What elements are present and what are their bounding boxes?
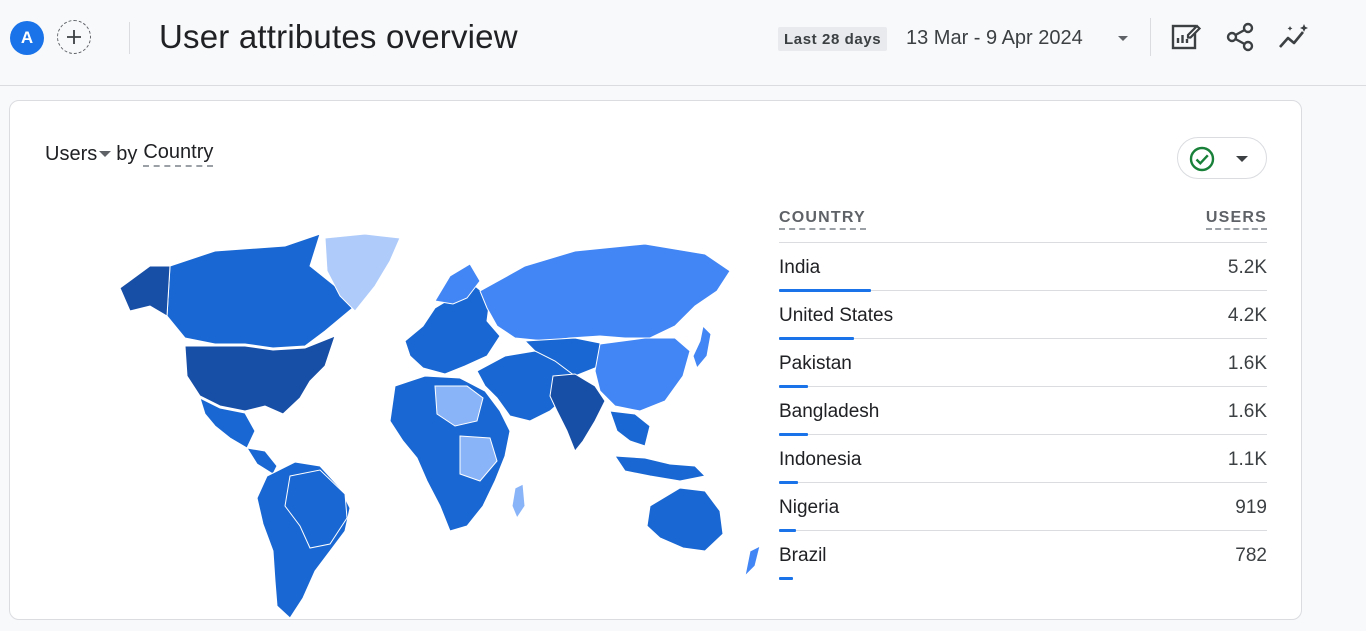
table-row[interactable]: Brazil 782 — [779, 531, 1267, 580]
column-header-users[interactable]: USERS — [1205, 209, 1267, 230]
users-value: 1.1K — [1227, 449, 1267, 470]
chevron-down-icon — [1236, 156, 1248, 162]
country-name: United States — [779, 305, 894, 326]
map-australia[interactable] — [646, 487, 724, 552]
date-range-label[interactable]: 13 Mar - 9 Apr 2024 — [906, 27, 1083, 50]
check-circle-icon — [1189, 146, 1215, 172]
users-value: 782 — [1235, 545, 1267, 566]
edit-report-icon — [1171, 24, 1202, 50]
customize-report-button[interactable] — [1169, 20, 1203, 54]
column-header-country[interactable]: COUNTRY — [779, 209, 866, 230]
card-status-menu[interactable] — [1177, 137, 1267, 179]
share-button[interactable] — [1223, 20, 1257, 54]
add-comparison-button[interactable] — [57, 20, 91, 54]
table-row[interactable]: Bangladesh 1.6K — [779, 387, 1267, 436]
country-name: India — [779, 257, 821, 278]
share-icon — [1226, 22, 1254, 52]
table-row[interactable]: Pakistan 1.6K — [779, 339, 1267, 388]
share-bar — [779, 577, 793, 580]
date-preset-chip[interactable]: Last 28 days — [778, 27, 888, 51]
country-name: Bangladesh — [779, 401, 880, 422]
caret-down-icon[interactable] — [98, 149, 112, 159]
country-name: Brazil — [779, 545, 827, 566]
map-southeast-asia[interactable] — [609, 410, 651, 447]
table-row[interactable]: Nigeria 919 — [779, 483, 1267, 532]
card-title: Users by Country — [45, 141, 214, 167]
users-value: 919 — [1235, 497, 1267, 518]
metric-selector[interactable]: Users — [45, 143, 97, 166]
world-map[interactable] — [105, 226, 770, 626]
map-japan[interactable] — [692, 324, 712, 370]
users-value: 4.2K — [1227, 305, 1267, 326]
insights-button[interactable] — [1277, 20, 1311, 54]
users-value: 1.6K — [1227, 401, 1267, 422]
top-app-bar: A User attributes overview Last 28 days … — [0, 0, 1366, 86]
divider — [129, 22, 130, 54]
by-label: by — [116, 142, 138, 165]
users-by-country-card: Users by Country COUNTRY USERS India 5.2… — [9, 100, 1302, 620]
users-value: 5.2K — [1227, 257, 1267, 278]
map-new-zealand[interactable] — [744, 545, 761, 578]
insights-icon — [1279, 24, 1308, 48]
map-alaska[interactable] — [119, 265, 171, 317]
map-madagascar[interactable] — [511, 483, 526, 520]
map-india[interactable] — [549, 373, 606, 452]
users-value: 1.6K — [1227, 353, 1267, 374]
country-name: Pakistan — [779, 353, 852, 374]
country-name: Nigeria — [779, 497, 840, 518]
map-central-america[interactable] — [245, 447, 278, 475]
country-table: COUNTRY USERS India 5.2K United States 4.2K… — [779, 205, 1267, 580]
divider — [1150, 18, 1151, 56]
map-china[interactable] — [594, 337, 691, 412]
table-header: COUNTRY USERS — [779, 205, 1267, 243]
table-row[interactable]: Indonesia 1.1K — [779, 435, 1267, 484]
dimension-selector[interactable]: Country — [143, 141, 214, 167]
chevron-down-icon[interactable] — [1116, 34, 1130, 44]
account-avatar[interactable]: A — [10, 21, 44, 55]
table-row[interactable]: India 5.2K — [779, 243, 1267, 292]
page-title: User attributes overview — [159, 18, 518, 55]
map-russia[interactable] — [479, 243, 731, 342]
table-row[interactable]: United States 4.2K — [779, 291, 1267, 340]
country-name: Indonesia — [779, 449, 862, 470]
plus-icon — [67, 30, 81, 44]
map-indonesia[interactable] — [614, 455, 707, 482]
table-body: India 5.2K United States 4.2K Pakistan 1.6K Ba… — [779, 243, 1267, 580]
